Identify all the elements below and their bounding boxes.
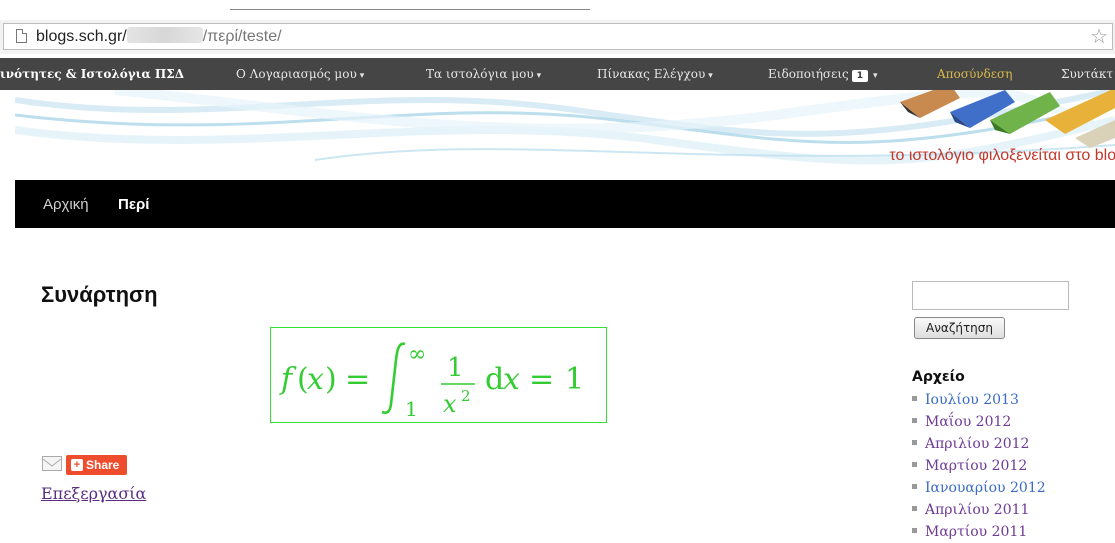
bullet-icon: [912, 418, 917, 423]
search-input[interactable]: [912, 281, 1069, 310]
svg-text:1: 1: [405, 397, 418, 421]
page-icon: [16, 29, 27, 43]
address-bar[interactable]: blogs.sch.gr/ /περί/teste/ ☆: [3, 23, 1113, 50]
archive-link[interactable]: Ιανουαρίου 2012: [925, 480, 1046, 496]
svg-text:1: 1: [447, 353, 464, 383]
admin-bar-logout[interactable]: Αποσύνδεση: [937, 58, 1012, 90]
email-share-icon[interactable]: [42, 456, 62, 471]
plus-icon: +: [71, 459, 83, 471]
share-button-label: Share: [86, 458, 120, 472]
admin-bar-editor[interactable]: Συντάκτ: [1061, 58, 1113, 90]
svg-text:x: x: [503, 362, 520, 397]
chevron-down-icon: ▾: [536, 71, 542, 81]
admin-bar: ινότητες & Ιστολόγια ΠΣΔ Ο Λογαριασμός μ…: [0, 58, 1115, 90]
svg-text:x: x: [307, 362, 324, 397]
main-nav: Αρχική Περί: [15, 180, 1115, 228]
math-formula-image: f ( x ) = ∞ 1 1 x 2 d x = 1: [270, 327, 607, 423]
list-item: Απριλίου 2012: [912, 433, 1046, 455]
admin-bar-my-account[interactable]: Ο Λογαριασμός μου ▾: [236, 58, 364, 90]
url-redacted-segment: [126, 27, 203, 43]
url-path: /περί/teste/: [202, 28, 282, 45]
nav-item-home[interactable]: Αρχική: [43, 180, 89, 230]
archive-heading: Αρχείο: [912, 369, 965, 385]
bookmark-star-icon[interactable]: ☆: [1090, 25, 1108, 47]
svg-text:=: =: [345, 362, 370, 397]
list-item: Απριλίου 2011: [912, 499, 1046, 521]
blog-header: το ιστολόγιο φιλοξενείται στο blog: [15, 90, 1115, 180]
chevron-down-icon: ▾: [873, 71, 878, 81]
svg-text:=: =: [529, 362, 554, 397]
browser-toolbar: blogs.sch.gr/ /περί/teste/ ☆: [0, 20, 1115, 54]
svg-text:2: 2: [461, 387, 471, 405]
url-text: blogs.sch.gr/ /περί/teste/: [36, 27, 282, 46]
archive-link[interactable]: Μαρτίου 2012: [925, 458, 1027, 474]
svg-text:d: d: [485, 362, 504, 397]
archive-link[interactable]: Απριλίου 2012: [925, 436, 1029, 452]
nav-item-about[interactable]: Περί: [118, 180, 149, 230]
bullet-icon: [912, 506, 917, 511]
archive-list: Ιουλίου 2013 Μαΐου 2012 Απριλίου 2012 Μα…: [912, 389, 1046, 543]
chevron-down-icon: ▾: [708, 71, 713, 81]
admin-bar-dashboard-label: Πίνακας Ελέγχου: [597, 67, 706, 81]
svg-text:1: 1: [565, 362, 584, 397]
notification-count-badge: 1: [851, 70, 869, 82]
svg-text:x: x: [443, 390, 457, 418]
list-item: Μαρτίου 2011: [912, 521, 1046, 543]
search-button[interactable]: Αναζήτηση: [914, 317, 1005, 339]
bullet-icon: [912, 440, 917, 445]
header-tagline: το ιστολόγιο φιλοξενείται στο blog: [889, 147, 1115, 164]
archive-link[interactable]: Απριλίου 2011: [925, 502, 1029, 518]
tab-strip-divider: [230, 9, 590, 10]
admin-bar-communities[interactable]: ινότητες & Ιστολόγια ΠΣΔ: [0, 58, 184, 90]
list-item: Ιουλίου 2013: [912, 389, 1046, 411]
envelope-icon: [42, 458, 62, 467]
list-item: Ιανουαρίου 2012: [912, 477, 1046, 499]
archive-link[interactable]: Ιουλίου 2013: [925, 392, 1019, 408]
archive-link[interactable]: Μαρτίου 2011: [925, 524, 1027, 540]
archive-link[interactable]: Μαΐου 2012: [925, 414, 1011, 430]
admin-bar-my-blogs[interactable]: Τα ιστολόγια μου ▾: [426, 58, 541, 90]
admin-bar-dashboard[interactable]: Πίνακας Ελέγχου ▾: [597, 58, 713, 90]
bullet-icon: [912, 484, 917, 489]
chevron-down-icon: ▾: [359, 71, 365, 81]
header-swoosh-graphic: [15, 90, 1115, 165]
bullet-icon: [912, 462, 917, 467]
bullet-icon: [912, 396, 917, 401]
list-item: Μαΐου 2012: [912, 411, 1046, 433]
post-title: Συνάρτηση: [41, 282, 158, 307]
share-button[interactable]: + Share: [66, 455, 127, 475]
svg-text:∞: ∞: [408, 342, 426, 367]
edit-post-link[interactable]: Επεξεργασία: [41, 484, 146, 503]
browser-tab-strip: [0, 0, 1115, 21]
url-host: blogs.sch.gr/: [36, 28, 127, 45]
svg-text:): ): [325, 362, 337, 397]
list-item: Μαρτίου 2012: [912, 455, 1046, 477]
svg-text:f: f: [279, 362, 297, 397]
formula-render: f ( x ) = ∞ 1 1 x 2 d x = 1: [279, 342, 584, 421]
admin-bar-my-account-label: Ο Λογαριασμός μου: [236, 67, 357, 81]
admin-bar-notifications-label: Ειδοποιήσεις: [768, 67, 849, 81]
bullet-icon: [912, 528, 917, 533]
admin-bar-my-blogs-label: Τα ιστολόγια μου: [426, 67, 534, 81]
admin-bar-notifications[interactable]: Ειδοποιήσεις 1 ▾: [768, 58, 878, 90]
